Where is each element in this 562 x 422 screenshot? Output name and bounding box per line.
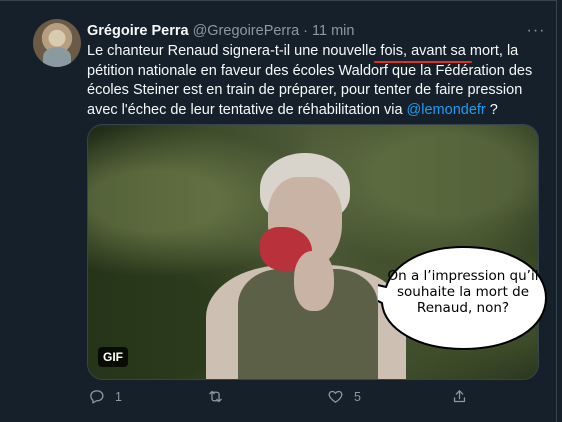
gif-badge: GIF: [98, 347, 128, 367]
retweet-button[interactable]: [207, 388, 234, 405]
right-divider: [556, 0, 557, 422]
header-separator: ·: [303, 23, 308, 39]
share-button[interactable]: [451, 388, 468, 405]
speech-bubble-text: On a l’impression qu’il souhaite la mort…: [387, 268, 539, 316]
red-underline: [374, 61, 472, 63]
heart-icon: [328, 390, 343, 403]
share-icon: [453, 390, 466, 403]
media-figure-hand: [294, 251, 334, 311]
like-button[interactable]: 5: [327, 388, 361, 405]
avatar[interactable]: [33, 19, 81, 67]
like-count: 5: [354, 389, 361, 404]
tweet-text-underlined: fois: [380, 43, 403, 59]
tweet-text-part: ,: [403, 43, 412, 59]
reply-icon: [90, 390, 104, 404]
mention-link[interactable]: @lemondefr: [407, 102, 486, 118]
tweet-text-part: Le chanteur Renaud signera-t-il une nouv…: [87, 43, 381, 59]
tweet-timestamp[interactable]: 11 min: [312, 23, 354, 39]
tweet-text-underlined: avant sa mort: [411, 43, 499, 59]
tweet-actions: 1 5: [0, 388, 562, 408]
tweet-text-part: ?: [485, 101, 498, 118]
reply-button[interactable]: 1: [88, 388, 122, 405]
author-handle[interactable]: @GregoirePerra: [193, 23, 300, 39]
reply-count: 1: [115, 389, 122, 404]
tweet-header: Grégoire Perra @GregoirePerra · 11 min: [87, 22, 354, 40]
top-divider: [0, 0, 556, 1]
author-name[interactable]: Grégoire Perra: [87, 23, 189, 39]
retweet-icon: [209, 390, 222, 403]
more-options-icon[interactable]: ···: [526, 21, 546, 41]
tweet-text: Le chanteur Renaud signera-t-il une nouv…: [87, 42, 547, 120]
